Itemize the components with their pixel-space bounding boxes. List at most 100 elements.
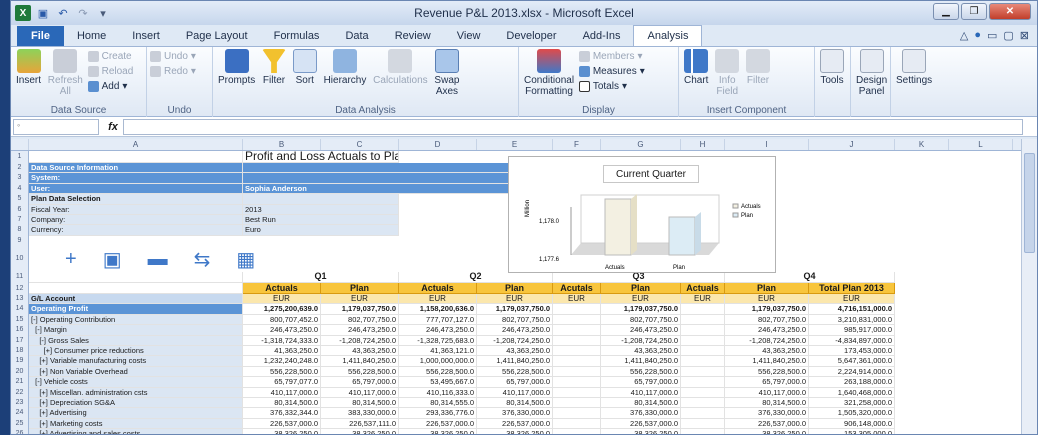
value-cell[interactable]: 80,314,500.0 xyxy=(243,398,321,409)
value-cell[interactable]: 65,797,000.0 xyxy=(321,377,399,388)
value-cell[interactable]: 410,117,000.0 xyxy=(601,387,681,398)
add-row-icon[interactable]: + xyxy=(65,248,77,271)
vertical-scrollbar[interactable] xyxy=(1021,139,1037,434)
tab-data[interactable]: Data xyxy=(332,26,381,46)
value-cell[interactable]: 906,148,000.0 xyxy=(809,418,895,430)
value-cell[interactable]: 1,179,037,750.0 xyxy=(601,304,681,315)
value-cell[interactable]: 43,363,250.0 xyxy=(601,346,681,357)
value-cell[interactable]: 3,210,831,000.0 xyxy=(809,314,895,326)
select-all-corner[interactable] xyxy=(11,139,29,150)
current-quarter-chart[interactable]: Current Quarter Million 1,178.0 1,177.6 … xyxy=(508,156,776,273)
value-cell[interactable] xyxy=(553,418,601,430)
design-panel-button[interactable]: Design Panel xyxy=(856,49,887,97)
tab-review[interactable]: Review xyxy=(382,26,444,46)
restore-button[interactable]: ❐ xyxy=(961,3,987,20)
value-cell[interactable]: 802,707,750.0 xyxy=(477,314,553,326)
tab-page-layout[interactable]: Page Layout xyxy=(173,26,261,46)
account-label[interactable]: [+] Miscellan. administration csts xyxy=(29,387,243,398)
refresh-sheet-icon[interactable]: ⇆ xyxy=(194,247,211,272)
row-number[interactable]: 18 xyxy=(11,346,29,357)
value-cell[interactable]: 1,411,840,250.0 xyxy=(321,356,399,367)
value-cell[interactable]: 226,537,000.0 xyxy=(601,418,681,430)
column-heading[interactable]: Actuals xyxy=(681,282,725,294)
value-cell[interactable] xyxy=(681,398,725,409)
value-cell[interactable]: 65,797,077.0 xyxy=(243,377,321,388)
column-heading[interactable]: Actuals xyxy=(399,282,477,294)
column-header[interactable]: J xyxy=(809,139,895,150)
row-number[interactable]: 6 xyxy=(11,204,29,215)
value-cell[interactable]: 556,228,500.0 xyxy=(477,366,553,378)
column-header[interactable]: L xyxy=(949,139,1013,150)
row-number[interactable]: 9 xyxy=(11,235,29,247)
row-number[interactable]: 13 xyxy=(11,294,29,305)
column-header[interactable]: B xyxy=(243,139,321,150)
value-cell[interactable]: 226,537,000.0 xyxy=(399,418,477,430)
value-cell[interactable]: 226,537,000.0 xyxy=(725,418,809,430)
info-field-button[interactable]: Info Field xyxy=(715,49,740,97)
value-cell[interactable]: 263,188,000.0 xyxy=(809,377,895,388)
value-cell[interactable]: 1,179,037,750.0 xyxy=(725,304,809,315)
value-cell[interactable]: -1,208,724,250.0 xyxy=(321,335,399,346)
filter-button[interactable]: Filter xyxy=(262,49,287,86)
row-number[interactable]: 5 xyxy=(11,194,29,205)
value-cell[interactable]: 38,326,250.0 xyxy=(399,429,477,434)
tab-developer[interactable]: Developer xyxy=(493,26,569,46)
value-cell[interactable]: 38,326,250.0 xyxy=(725,429,809,434)
members-button[interactable]: Members ▾ xyxy=(578,49,645,64)
value-cell[interactable]: 376,330,000.0 xyxy=(601,408,681,419)
save-view-icon[interactable]: ▣ xyxy=(103,247,122,272)
column-heading[interactable]: Plan xyxy=(601,282,681,294)
bar-actuals[interactable] xyxy=(604,198,632,256)
plan-data-selection-header[interactable]: Plan Data Selection xyxy=(29,194,243,205)
sheet-title[interactable]: Profit and Loss Actuals to Plan 2013 xyxy=(243,151,399,163)
row-number[interactable]: 8 xyxy=(11,225,29,236)
minimize-button[interactable]: ▁ xyxy=(933,3,959,20)
value-cell[interactable] xyxy=(681,335,725,346)
company-label[interactable]: Company: xyxy=(29,215,243,226)
value-cell[interactable]: 293,336,776.0 xyxy=(399,408,477,419)
unit-cell[interactable]: EUR xyxy=(553,294,601,305)
value-cell[interactable] xyxy=(681,408,725,419)
value-cell[interactable]: 43,363,250.0 xyxy=(477,346,553,357)
value-cell[interactable] xyxy=(681,387,725,398)
unit-cell[interactable]: EUR xyxy=(399,294,477,305)
value-cell[interactable] xyxy=(681,346,725,357)
name-box[interactable]: ◦ xyxy=(13,118,99,135)
column-heading[interactable]: Total Plan 2013 xyxy=(809,282,895,294)
conditional-formatting-button[interactable]: Conditional Formatting xyxy=(524,49,574,97)
account-label[interactable]: [+] Non Variable Overhead xyxy=(29,366,243,378)
value-cell[interactable]: 410,117,000.0 xyxy=(725,387,809,398)
row-number[interactable]: 24 xyxy=(11,408,29,419)
value-cell[interactable] xyxy=(553,429,601,434)
column-header[interactable]: I xyxy=(725,139,809,150)
column-header[interactable]: E xyxy=(477,139,553,150)
value-cell[interactable] xyxy=(553,366,601,378)
row-number[interactable]: 3 xyxy=(11,173,29,184)
value-cell[interactable]: 153,305,000.0 xyxy=(809,429,895,434)
value-cell[interactable]: -1,328,725,683.0 xyxy=(399,335,477,346)
column-heading[interactable]: Plan xyxy=(321,282,399,294)
currency-label[interactable]: Currency: xyxy=(29,225,243,236)
unit-cell[interactable]: EUR xyxy=(601,294,681,305)
value-cell[interactable]: 173,453,000.0 xyxy=(809,346,895,357)
value-cell[interactable] xyxy=(681,377,725,388)
value-cell[interactable]: 80,314,500.0 xyxy=(601,398,681,409)
value-cell[interactable]: 41,363,250.0 xyxy=(243,346,321,357)
account-label[interactable]: [-] Gross Sales xyxy=(29,335,243,346)
calculations-button[interactable]: Calculations xyxy=(373,49,428,86)
system-label[interactable]: System: xyxy=(29,173,243,184)
fiscal-year-label[interactable]: Fiscal Year: xyxy=(29,204,243,215)
close-button[interactable]: ✕ xyxy=(989,3,1031,20)
value-cell[interactable]: 802,707,750.0 xyxy=(321,314,399,326)
value-cell[interactable]: 1,275,200,639.0 xyxy=(243,304,321,315)
account-label[interactable]: [+] Marketing costs xyxy=(29,418,243,430)
account-label[interactable]: Operating Profit xyxy=(29,304,243,315)
tab-view[interactable]: View xyxy=(444,26,494,46)
column-header[interactable]: K xyxy=(895,139,949,150)
row-number[interactable]: 14 xyxy=(11,304,29,315)
value-cell[interactable]: 376,330,000.0 xyxy=(725,408,809,419)
value-cell[interactable]: -1,318,724,333.0 xyxy=(243,335,321,346)
value-cell[interactable]: 376,330,000.0 xyxy=(477,408,553,419)
value-cell[interactable]: 410,117,000.0 xyxy=(321,387,399,398)
value-cell[interactable]: 43,363,250.0 xyxy=(725,346,809,357)
